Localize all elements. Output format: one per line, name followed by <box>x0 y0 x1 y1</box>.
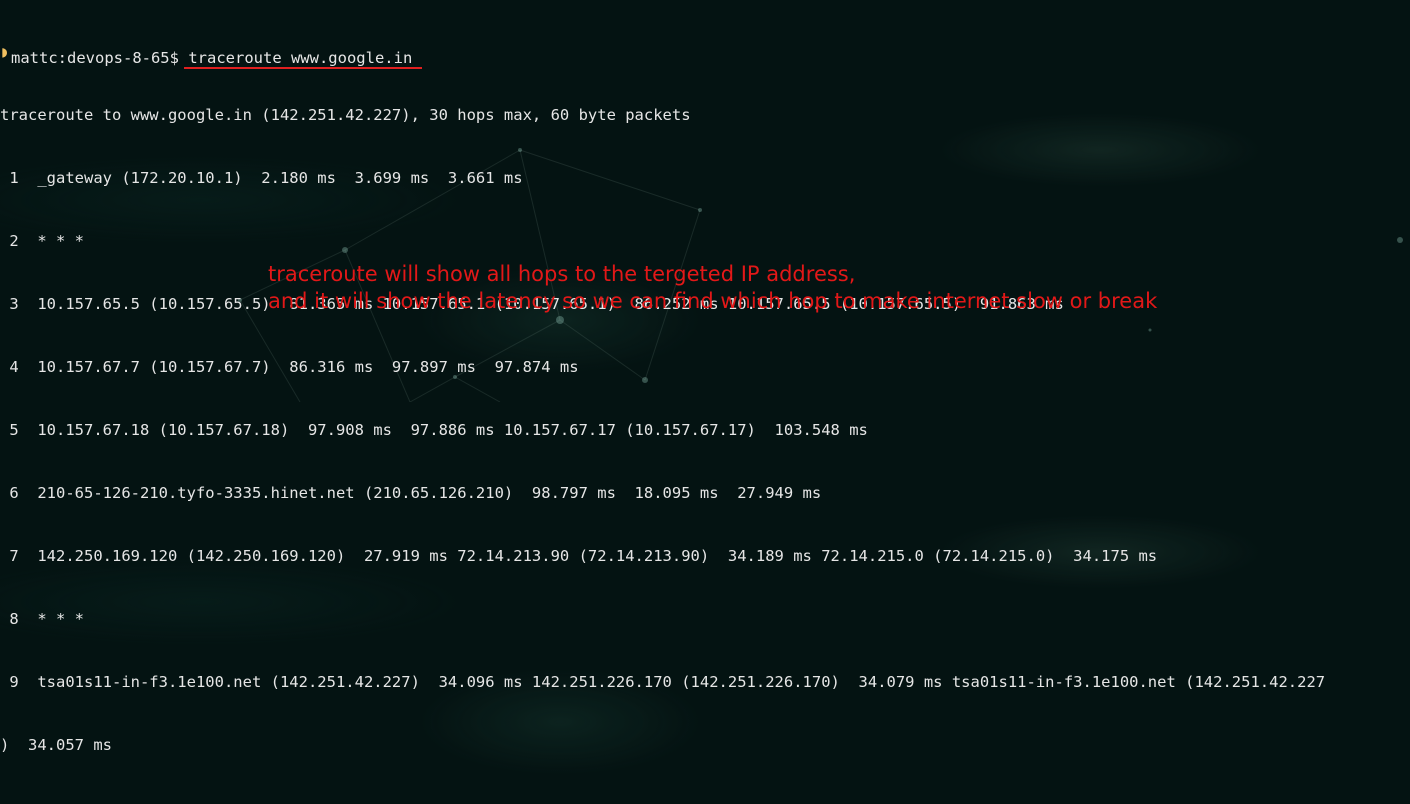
output-line: ) 34.057 ms <box>0 736 112 754</box>
annotation-line-1: traceroute will show all hops to the ter… <box>268 262 856 286</box>
output-line: 2 * * * <box>0 232 84 250</box>
output-line: 1 _gateway (172.20.10.1) 2.180 ms 3.699 … <box>0 169 523 187</box>
output-line: 8 * * * <box>0 610 84 628</box>
moon-icon: ◗ <box>0 43 10 61</box>
prompt-user-host: mattc:devops-8-65$ <box>11 49 179 67</box>
annotation-text: traceroute will show all hops to the ter… <box>268 261 1157 315</box>
moon-icon: ◗ <box>0 798 11 804</box>
prompt-line: ◗ mattc:devops-8-65$ traceroute www.googl… <box>0 42 1410 67</box>
command-text: traceroute www.google.in <box>188 49 413 67</box>
output-line: 9 tsa01s11-in-f3.1e100.net (142.251.42.2… <box>0 673 1326 691</box>
output-line: 4 10.157.67.7 (10.157.67.7) 86.316 ms 97… <box>0 358 579 376</box>
output-line: 5 10.157.67.18 (10.157.67.18) 97.908 ms … <box>0 421 868 439</box>
active-prompt-line[interactable]: ◗mattc:devops-8-65$ <box>0 798 1410 804</box>
output-line: 6 210-65-126-210.tyfo-3335.hinet.net (21… <box>0 484 822 502</box>
output-line: 7 142.250.169.120 (142.250.169.120) 27.9… <box>0 547 1158 565</box>
terminal-window[interactable]: ◗ mattc:devops-8-65$ traceroute www.googl… <box>0 0 1410 804</box>
output-line: traceroute to www.google.in (142.251.42.… <box>0 106 691 124</box>
annotation-line-2: and it will show the latency so we can f… <box>268 289 1158 313</box>
